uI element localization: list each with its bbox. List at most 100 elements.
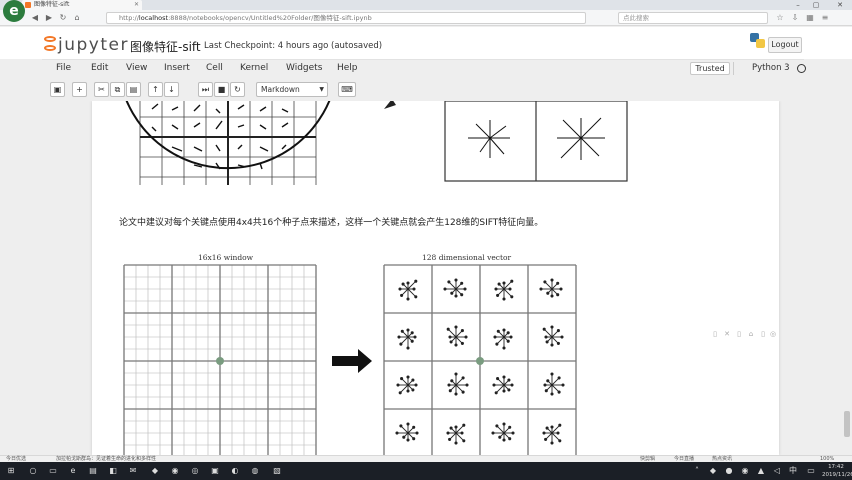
address-bar-row: ◀ ▶ ↻ ⌂ http://localhost:8888/notebooks/… [0,10,852,26]
taskbar: ⊞ ○ ▭ e ▤ ◧ ✉ ◆ ◉ ◎ ▣ ◐ ◍ ▧ ˄ ◆ ● ◉ ▲ ◁ … [0,462,852,480]
cell-tag-icon[interactable]: ⌂ [747,330,755,339]
tray-icon-1[interactable]: ◆ [706,464,720,478]
app-icon-3[interactable]: ◎ [188,464,202,478]
orientation-histogram-figure [444,101,628,182]
cell-delete-icon[interactable]: ✕ [723,330,731,339]
stop-icon[interactable]: ■ [214,82,229,97]
browser-tabbar: 图像特征-sift ✕ – ▢ ✕ [0,0,852,10]
minimize-icon[interactable]: – [790,0,806,10]
menu-edit[interactable]: Edit [91,63,108,73]
trusted-badge[interactable]: Trusted [690,62,730,75]
app-icon-1[interactable]: ◆ [148,464,162,478]
edge-icon[interactable]: e [66,464,80,478]
menu-cell[interactable]: Cell [206,63,223,73]
transform-arrow-icon [332,349,372,373]
copy-icon[interactable]: ⧉ [110,82,125,97]
jupyter-favicon-icon [25,2,31,8]
cell-split-icon[interactable]: ▯ [735,330,743,339]
descriptor-4x4-grid [383,264,577,455]
jupyter-logo[interactable]: jupyter [44,35,129,55]
python-logo-icon [750,33,766,49]
url-scheme: http:// [119,14,139,22]
tray-icon-2[interactable]: ● [722,464,736,478]
clock[interactable]: 17:42 2019/11/26 [822,463,852,479]
menubar: File Edit View Insert Cell Kernel Widget… [42,59,806,77]
clock-date: 2019/11/26 [822,472,852,478]
logout-button[interactable]: Logout [768,37,802,53]
jupyter-logo-icon [44,36,56,52]
notebook-area: 论文中建议对每个关键点使用4x4共16个种子点来描述，这样一个关键点就会产生12… [0,101,852,455]
close-tab-icon[interactable]: ✕ [134,0,139,10]
app-icon-4[interactable]: ▣ [208,464,222,478]
menu-insert[interactable]: Insert [164,63,190,73]
search-input[interactable]: 点此搜索 [618,12,768,24]
cell-settings-icon[interactable]: ◎ [769,330,777,339]
notebook-page: 论文中建议对每个关键点使用4x4共16个种子点来描述，这样一个关键点就会产生12… [92,101,779,455]
store-icon[interactable]: ◧ [106,464,120,478]
run-icon[interactable]: ⏭ [198,82,213,97]
kernel-name: Python 3 [752,63,790,73]
menu-kernel[interactable]: Kernel [240,63,268,73]
kernel-status-icon [797,64,806,73]
clock-time: 17:42 [828,464,844,470]
paste-icon[interactable]: ▤ [126,82,141,97]
scrollbar-thumb[interactable] [844,411,850,437]
overlay-logo-icon: e [3,0,25,22]
restart-icon[interactable]: ↻ [230,82,245,97]
cut-icon[interactable]: ✂ [94,82,109,97]
menu-file[interactable]: File [56,63,71,73]
move-down-icon[interactable]: ↓ [164,82,179,97]
star-icon[interactable]: ☆ [775,13,785,23]
mail-icon[interactable]: ✉ [126,464,140,478]
task-view-icon[interactable]: ▭ [46,464,60,478]
keyboard-icon[interactable]: ⌨ [338,82,356,97]
cell-edit-icon[interactable]: ▯ [711,330,719,339]
move-up-icon[interactable]: ↑ [148,82,163,97]
forward-icon[interactable]: ▶ [44,13,54,23]
app-icon-6[interactable]: ◍ [248,464,262,478]
menu-icon[interactable]: ≡ [820,13,830,23]
app-icon-2[interactable]: ◉ [168,464,182,478]
app-icon-5[interactable]: ◐ [228,464,242,478]
vertical-scrollbar[interactable] [843,101,851,455]
notification-icon[interactable]: ▭ [804,464,818,478]
overlay-logo-letter: e [9,3,19,19]
windows-start-icon[interactable]: ⊞ [4,464,18,478]
menu-view[interactable]: View [126,63,147,73]
cell-type-select[interactable]: Markdown ▼ [256,82,328,97]
close-window-icon[interactable]: ✕ [832,0,848,10]
ime-icon[interactable]: 中 [786,464,800,478]
markdown-paragraph: 论文中建议对每个关键点使用4x4共16个种子点来描述，这样一个关键点就会产生12… [119,218,544,228]
maximize-icon[interactable]: ▢ [808,0,824,10]
url-input[interactable]: http://localhost:8888/notebooks/opencv/U… [106,12,586,24]
download-icon[interactable]: ⇩ [790,13,800,23]
home-icon[interactable]: ⌂ [72,13,82,23]
notebook-name[interactable]: 图像特征-sift [130,38,201,55]
menu-widgets[interactable]: Widgets [286,63,322,73]
cell-comment-icon[interactable]: ▯ [759,330,767,339]
window-16x16-grid [123,264,317,455]
back-icon[interactable]: ◀ [30,13,40,23]
network-icon[interactable]: ▲ [754,464,768,478]
jupyter-header: jupyter 图像特征-sift Last Checkpoint: 4 hou… [0,27,852,59]
save-icon[interactable]: ▣ [50,82,65,97]
tray-icon-3[interactable]: ◉ [738,464,752,478]
search-icon[interactable]: ○ [26,464,40,478]
url-path: :8888/notebooks/opencv/Untitled%20Folder… [168,14,372,22]
extensions-icon[interactable]: ▦ [805,13,815,23]
chevron-down-icon: ▼ [319,86,324,93]
file-explorer-icon[interactable]: ▤ [86,464,100,478]
tray-up-icon[interactable]: ˄ [690,464,704,478]
volume-icon[interactable]: ◁ [770,464,784,478]
browser-statusbar: 今日优选 加拉帕戈斯群岛：见证着生命的进化和多样性 快剪辑 今日直播 热点资讯 … [0,455,852,462]
add-icon[interactable]: + [72,82,87,97]
jupyter-logo-text: jupyter [58,35,129,55]
url-host: localhost [138,14,169,22]
menu-help[interactable]: Help [337,63,358,73]
gradient-circle-figure [125,101,331,185]
browser-tab[interactable]: 图像特征-sift ✕ [22,0,142,10]
refresh-icon[interactable]: ↻ [58,13,68,23]
figure-left-title: 16x16 window [198,253,254,262]
app-icon-7[interactable]: ▧ [270,464,284,478]
cell-type-value: Markdown [261,85,300,94]
